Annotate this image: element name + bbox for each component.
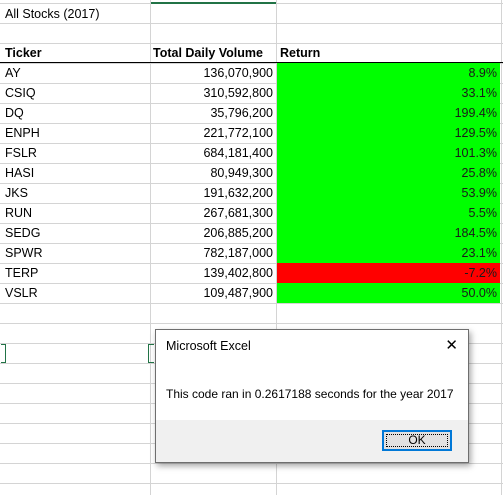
ticker-cell[interactable]: SEDG — [5, 223, 145, 243]
return-cell[interactable]: 25.8% — [277, 163, 500, 183]
volume-cell[interactable]: 109,487,900 — [151, 283, 273, 303]
return-cell[interactable]: 50.0% — [277, 283, 500, 303]
header-volume[interactable]: Total Daily Volume — [151, 43, 273, 63]
ticker-cell[interactable]: JKS — [5, 183, 145, 203]
ticker-cell[interactable]: VSLR — [5, 283, 145, 303]
ticker-cell[interactable]: FSLR — [5, 143, 145, 163]
focus-rect — [386, 434, 448, 447]
volume-cell[interactable]: 191,632,200 — [151, 183, 273, 203]
dialog-title: Microsoft Excel — [166, 339, 251, 353]
volume-cell[interactable]: 136,070,900 — [151, 63, 273, 83]
volume-cell[interactable]: 782,187,000 — [151, 243, 273, 263]
volume-cell[interactable]: 80,949,300 — [151, 163, 273, 183]
volume-cell[interactable]: 267,681,300 — [151, 203, 273, 223]
row-divider — [0, 463, 503, 464]
return-cell[interactable]: 184.5% — [277, 223, 500, 243]
dialog-message: This code ran in 0.2617188 seconds for t… — [166, 387, 454, 401]
column-divider — [501, 0, 502, 495]
volume-cell[interactable]: 206,885,200 — [151, 223, 273, 243]
ok-button[interactable]: OK — [382, 430, 452, 451]
volume-cell[interactable]: 684,181,400 — [151, 143, 273, 163]
return-cell[interactable]: 129.5% — [277, 123, 500, 143]
ticker-cell[interactable]: SPWR — [5, 243, 145, 263]
ticker-cell[interactable]: HASI — [5, 163, 145, 183]
return-cell[interactable]: 199.4% — [277, 103, 500, 123]
active-cell-indicator — [151, 1, 276, 4]
volume-cell[interactable]: 35,796,200 — [151, 103, 273, 123]
selection-marker — [1, 344, 6, 363]
ticker-cell[interactable]: ENPH — [5, 123, 145, 143]
ticker-cell[interactable]: DQ — [5, 103, 145, 123]
header-return[interactable]: Return — [280, 43, 480, 63]
ticker-cell[interactable]: RUN — [5, 203, 145, 223]
close-icon[interactable]: ✕ — [445, 336, 458, 354]
selection-marker — [148, 344, 154, 363]
header-ticker[interactable]: Ticker — [5, 43, 145, 63]
ticker-cell[interactable]: TERP — [5, 263, 145, 283]
return-cell[interactable]: 53.9% — [277, 183, 500, 203]
row-divider — [0, 323, 503, 324]
return-cell[interactable]: -7.2% — [277, 263, 500, 283]
return-cell[interactable]: 23.1% — [277, 243, 500, 263]
sheet-title-cell[interactable]: All Stocks (2017) — [5, 4, 145, 24]
ticker-cell[interactable]: CSIQ — [5, 83, 145, 103]
return-cell[interactable]: 5.5% — [277, 203, 500, 223]
message-box: Microsoft Excel ✕ This code ran in 0.261… — [155, 329, 469, 463]
row-divider — [0, 303, 503, 304]
return-cell[interactable]: 101.3% — [277, 143, 500, 163]
dialog-footer: OK — [156, 420, 468, 462]
volume-cell[interactable]: 139,402,800 — [151, 263, 273, 283]
volume-cell[interactable]: 221,772,100 — [151, 123, 273, 143]
ticker-cell[interactable]: AY — [5, 63, 145, 83]
row-divider — [0, 483, 503, 484]
return-cell[interactable]: 33.1% — [277, 83, 500, 103]
return-cell[interactable]: 8.9% — [277, 63, 500, 83]
volume-cell[interactable]: 310,592,800 — [151, 83, 273, 103]
